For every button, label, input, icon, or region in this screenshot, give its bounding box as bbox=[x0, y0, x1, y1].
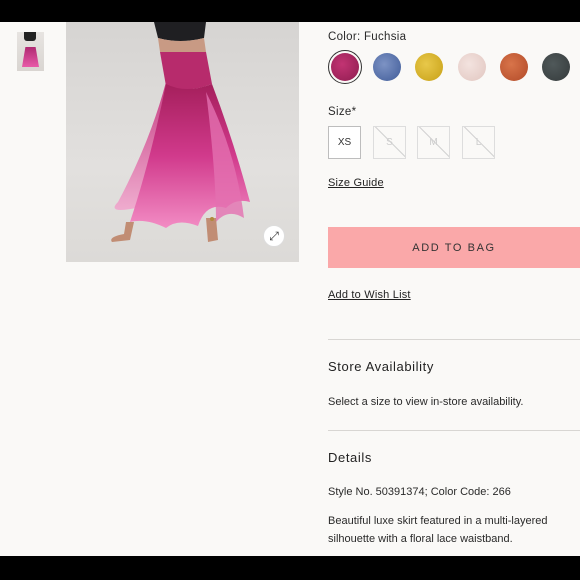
details-title[interactable]: Details bbox=[328, 450, 372, 465]
product-page: ⤢ Color: Fuchsia Size* XS S M L Size Gui… bbox=[0, 22, 580, 556]
size-guide-link[interactable]: Size Guide bbox=[328, 177, 384, 189]
swatch-blush[interactable] bbox=[458, 53, 486, 81]
add-to-bag-button[interactable]: ADD TO BAG bbox=[328, 227, 580, 268]
size-option-m[interactable]: M bbox=[417, 126, 450, 159]
expand-icon[interactable]: ⤢ bbox=[263, 225, 285, 247]
color-label: Color: Fuchsia bbox=[328, 31, 407, 43]
product-image bbox=[66, 22, 299, 262]
swatch-yellow[interactable] bbox=[415, 53, 443, 81]
store-availability-title[interactable]: Store Availability bbox=[328, 359, 434, 374]
size-option-s[interactable]: S bbox=[373, 126, 406, 159]
swatch-rust[interactable] bbox=[500, 53, 528, 81]
swatch-fuchsia[interactable] bbox=[328, 50, 362, 84]
size-option-xs[interactable]: XS bbox=[328, 126, 361, 159]
size-label: Size* bbox=[328, 106, 357, 118]
divider bbox=[328, 339, 580, 340]
swatch-blue[interactable] bbox=[373, 53, 401, 81]
swatch-charcoal[interactable] bbox=[542, 53, 570, 81]
skirt-illustration bbox=[111, 22, 250, 242]
store-availability-text: Select a size to view in-store availabil… bbox=[328, 396, 524, 408]
size-option-l[interactable]: L bbox=[462, 126, 495, 159]
product-thumbnail[interactable] bbox=[17, 32, 44, 71]
wish-list-link[interactable]: Add to Wish List bbox=[328, 289, 411, 301]
divider bbox=[328, 430, 580, 431]
style-number: Style No. 50391374; Color Code: 266 bbox=[328, 486, 511, 498]
product-description: Beautiful luxe skirt featured in a multi… bbox=[328, 515, 548, 545]
